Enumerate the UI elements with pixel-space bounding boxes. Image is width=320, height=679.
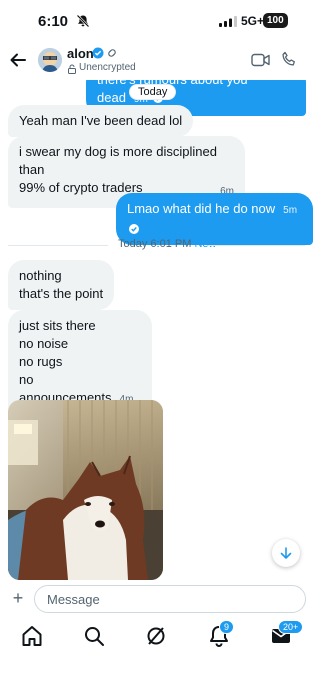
verified-badge-icon	[92, 47, 104, 59]
network-type: 5G+	[241, 14, 265, 28]
conversation-header: alon Unencrypted	[0, 44, 313, 80]
avatar[interactable]	[38, 48, 62, 72]
search-icon[interactable]	[82, 624, 106, 648]
message-bubble-incoming[interactable]: Yeah man I've been dead lol	[8, 105, 194, 137]
message-line: 99% of crypto traders	[19, 180, 143, 195]
message-text: Yeah man I've been dead lol	[19, 113, 183, 128]
phone-call-icon[interactable]	[281, 51, 297, 67]
message-time: 5m	[283, 205, 298, 216]
encryption-status: Unencrypted	[79, 62, 136, 73]
home-icon[interactable]	[20, 624, 44, 648]
day-separator: Today	[130, 85, 176, 99]
divider-line	[208, 245, 305, 246]
divider-label: Today 6:01 PM	[118, 238, 192, 250]
message-line: just sits there	[19, 318, 96, 333]
notifications-badge: 9	[219, 620, 235, 634]
divider-line	[8, 245, 108, 246]
status-time: 6:10	[38, 13, 69, 30]
status-bar: 6:10 5G+ 100	[0, 0, 313, 44]
bell-muted-icon	[76, 14, 90, 28]
avatar-image-icon	[38, 48, 62, 72]
bottom-navigation: 9 20+	[0, 618, 313, 679]
new-label: New	[194, 238, 217, 250]
scroll-to-bottom-button[interactable]	[272, 539, 300, 567]
contact-name[interactable]: alon	[67, 46, 94, 61]
arrow-down-icon	[280, 547, 292, 559]
affiliate-link-icon	[108, 49, 116, 57]
new-messages-divider: Today 6:01 PM New	[8, 238, 305, 252]
signal-icon	[219, 16, 237, 27]
grok-icon[interactable]	[144, 624, 168, 648]
message-bubble-incoming[interactable]: nothing that's the point	[8, 260, 115, 310]
message-text: Lmao what did he do now	[127, 201, 276, 216]
message-line: that's the point	[19, 286, 104, 301]
message-line: no rugs	[19, 354, 63, 369]
battery-indicator: 100	[263, 13, 288, 28]
message-composer: +	[0, 582, 313, 618]
back-arrow-icon[interactable]	[8, 50, 28, 70]
message-line: nothing	[19, 268, 62, 283]
message-line: i swear my dog is more disciplined than	[19, 144, 217, 177]
messages-badge: 20+	[278, 620, 304, 634]
video-call-icon[interactable]	[251, 52, 271, 68]
dog-photo[interactable]	[8, 400, 163, 580]
unlock-icon	[68, 64, 76, 74]
message-line: no noise	[19, 336, 69, 351]
add-attachment-icon[interactable]: +	[10, 589, 26, 607]
husky-dog-photo-icon	[8, 400, 163, 580]
read-check-icon	[129, 224, 139, 234]
message-input[interactable]	[34, 585, 306, 613]
